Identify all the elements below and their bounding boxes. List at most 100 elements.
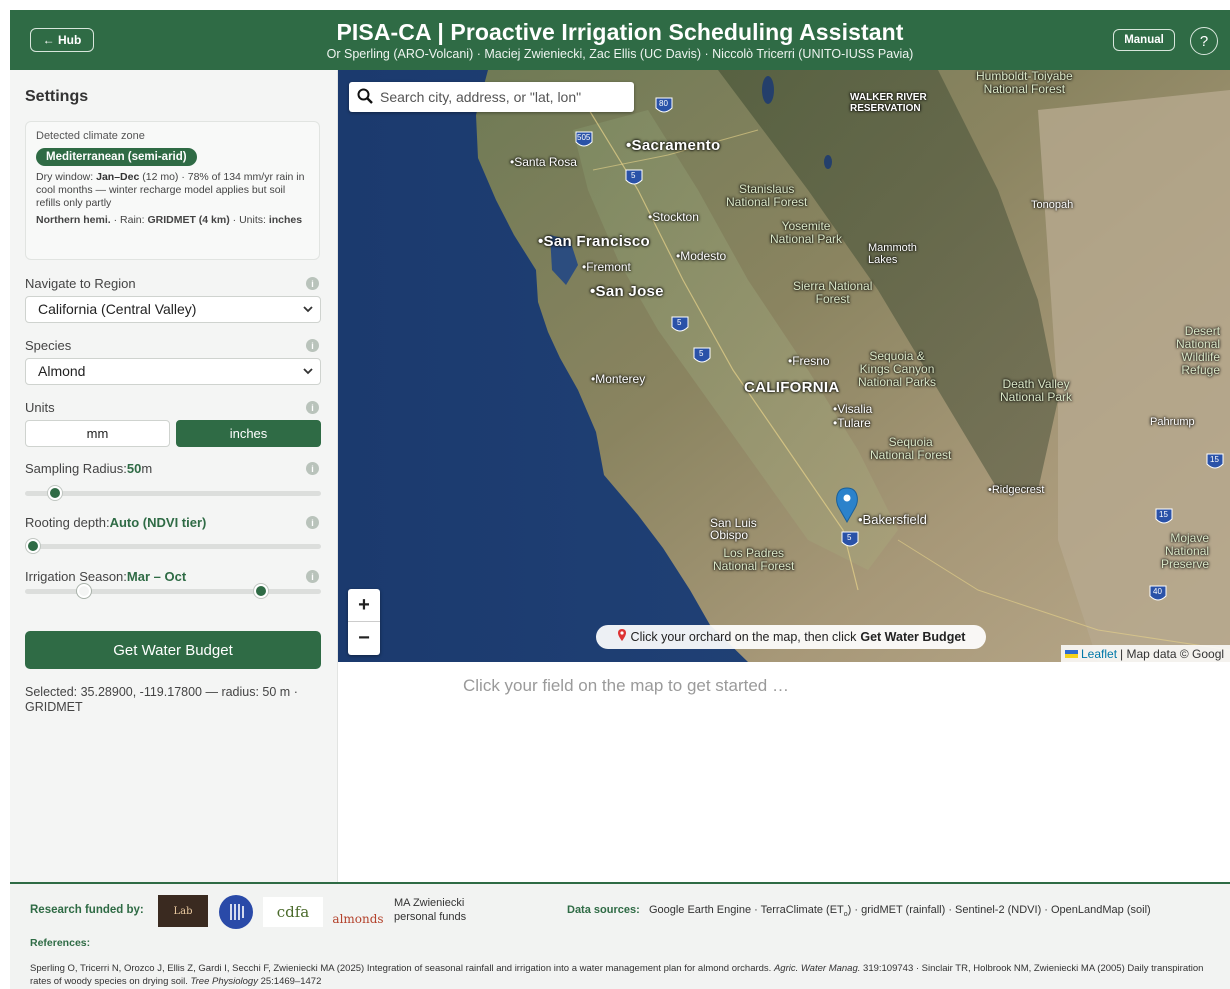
app-title: PISA-CA | Proactive Irrigation Schedulin… xyxy=(336,19,904,45)
zoom-in-button[interactable]: + xyxy=(348,589,380,622)
map-label-sequoia-kings: Sequoia & Kings Canyon National Parks xyxy=(858,349,937,389)
get-water-budget-button[interactable]: Get Water Budget xyxy=(25,631,321,669)
region-label: Navigate to Region xyxy=(25,276,136,291)
irrigation-season-label: Irrigation Season:Mar – Oct xyxy=(25,569,187,584)
map-label-humboldt: Humboldt-Toiyabe National Forest xyxy=(976,70,1073,96)
rooting-depth-thumb[interactable] xyxy=(26,539,40,553)
map-label-san-francisco: •San Francisco xyxy=(538,233,650,250)
map-label-fresno: •Fresno xyxy=(788,354,830,368)
highway-40-label: 40 xyxy=(1153,587,1162,596)
lab-logo: Lab xyxy=(158,895,208,927)
irrigation-season-slider[interactable] xyxy=(25,584,321,598)
map-label-mojave: Mojave National Preserve xyxy=(1161,531,1210,571)
map-label-bakersfield: •Bakersfield xyxy=(858,512,927,527)
sampling-radius-slider[interactable] xyxy=(25,486,321,500)
app-header: ← Hub PISA-CA | Proactive Irrigation Sch… xyxy=(10,10,1230,70)
empty-state-text: Click your field on the map to get start… xyxy=(463,676,789,695)
almond-board-logo: almonds xyxy=(332,912,384,926)
species-info-icon[interactable]: i xyxy=(306,339,319,352)
season-end-thumb[interactable] xyxy=(254,584,268,598)
map-label-pahrump: Pahrump xyxy=(1150,416,1195,428)
sampling-radius-label: Sampling Radius:50m xyxy=(25,461,153,476)
units-mm-button[interactable]: mm xyxy=(25,420,170,447)
leaflet-link[interactable]: Leaflet xyxy=(1081,647,1117,661)
selected-location-text: Selected: 35.28900, -119.17800 — radius:… xyxy=(25,685,298,714)
highway-15-label: 15 xyxy=(1159,510,1168,519)
settings-title: Settings xyxy=(25,88,89,105)
ukraine-flag-icon xyxy=(1065,649,1078,658)
satellite-map[interactable]: 80 505 5 5 5 5 15 15 40 •Sacramento •San… xyxy=(338,70,1230,662)
app-subtitle: Or Sperling (ARO-Volcani) · Maciej Zwien… xyxy=(326,47,914,61)
map-label-san-jose: •San Jose xyxy=(590,283,664,300)
references-text: Sperling O, Tricerri N, Orozco J, Ellis … xyxy=(30,963,1204,987)
chevron-down-icon xyxy=(303,364,313,381)
climate-zone-badge: Mediterranean (semi-arid) xyxy=(36,148,197,166)
references-label: References: xyxy=(30,937,91,949)
species-select[interactable]: Almond xyxy=(25,358,321,385)
map-imagery xyxy=(338,70,1230,662)
map-label-sequoia-nf: Sequoia National Forest xyxy=(870,435,952,462)
zoom-control: + − xyxy=(348,589,380,655)
map-label-ridgecrest: •Ridgecrest xyxy=(988,484,1045,496)
map-label-yosemite: Yosemite National Park xyxy=(770,219,843,246)
zoom-out-button[interactable]: − xyxy=(348,622,380,655)
map-label-stanislaus: Stanislaus National Forest xyxy=(726,182,808,209)
map-search-box[interactable]: Search city, address, or "lat, lon" xyxy=(349,82,634,112)
species-label: Species xyxy=(25,338,72,353)
highway-5-label: 5 xyxy=(677,318,682,327)
map-label-modesto: •Modesto xyxy=(676,249,727,263)
units-label: Units xyxy=(25,400,55,415)
map-label-sacramento: •Sacramento xyxy=(626,137,721,154)
climate-zone-label: Detected climate zone xyxy=(36,130,145,142)
map-attribution: Leaflet | Map data © Googl xyxy=(1061,645,1230,662)
rooting-depth-slider[interactable] xyxy=(25,539,321,553)
data-sources: Data sources: Google Earth Engine · Terr… xyxy=(567,904,1151,919)
region-info-icon[interactable]: i xyxy=(306,277,319,290)
search-icon xyxy=(357,88,373,107)
pin-icon xyxy=(617,629,627,645)
highway-505-label: 505 xyxy=(577,133,591,142)
map-label-stockton: •Stockton xyxy=(648,210,699,224)
map-label-sierra: Sierra National Forest xyxy=(793,279,873,306)
map-label-tulare: •Tulare xyxy=(833,416,871,430)
cdfa-logo: cdfa xyxy=(263,897,323,927)
highway-5-label: 5 xyxy=(631,171,636,180)
settings-sidebar: Settings Detected climate zone Mediterra… xyxy=(10,70,338,882)
sampling-info-icon[interactable]: i xyxy=(306,462,319,475)
footer: Research funded by: Lab cdfa almonds MA … xyxy=(10,882,1230,989)
rooting-depth-label: Rooting depth:Auto (NDVI tier) xyxy=(25,515,207,530)
map-label-walker-river: WALKER RIVER RESERVATION xyxy=(850,92,927,114)
highway-15-label: 15 xyxy=(1210,455,1219,464)
units-inches-button[interactable]: inches xyxy=(176,420,321,447)
highway-80-label: 80 xyxy=(659,99,668,108)
chevron-down-icon xyxy=(303,302,313,319)
region-select[interactable]: California (Central Valley) xyxy=(25,296,321,323)
map-label-fremont: •Fremont xyxy=(582,260,631,274)
map-label-mammoth: Mammoth Lakes xyxy=(868,242,917,266)
climate-meta-text: Northern hemi. · Rain: GRIDMET (4 km) · … xyxy=(36,214,303,226)
university-seal-logo xyxy=(219,895,253,929)
map-label-san-luis-obispo: San Luis Obispo xyxy=(710,516,757,542)
season-start-thumb[interactable] xyxy=(77,584,91,598)
dry-window-text: Dry window: Jan–Dec (12 mo) · 78% of 134… xyxy=(36,171,305,209)
highway-5-label: 5 xyxy=(699,349,704,358)
map-label-santa-rosa: •Santa Rosa xyxy=(510,155,577,169)
map-label-death-valley: Death Valley National Park xyxy=(1000,377,1073,404)
units-info-icon[interactable]: i xyxy=(306,401,319,414)
season-info-icon[interactable]: i xyxy=(306,570,319,583)
map-label-california: CALIFORNIA xyxy=(744,379,840,396)
rooting-info-icon[interactable]: i xyxy=(306,516,319,529)
help-button[interactable]: ? xyxy=(1190,27,1218,55)
manual-button[interactable]: Manual xyxy=(1113,29,1175,51)
search-input[interactable]: Search city, address, or "lat, lon" xyxy=(380,89,581,105)
map-hint-banner: Click your orchard on the map, then clic… xyxy=(596,625,986,649)
sampling-radius-thumb[interactable] xyxy=(48,486,62,500)
personal-funds-text: MA Zwieniecki personal funds xyxy=(394,897,467,923)
map-label-monterey: •Monterey xyxy=(591,372,646,386)
highway-5-label: 5 xyxy=(847,533,852,542)
map-label-visalia: •Visalia xyxy=(833,402,873,416)
map-label-tonopah: Tonopah xyxy=(1031,199,1074,211)
map-label-desert-nwr: Desert National Wildlife Refuge xyxy=(1176,324,1221,377)
climate-zone-card: Detected climate zone Mediterranean (sem… xyxy=(25,121,320,260)
map-label-los-padres: Los Padres National Forest xyxy=(713,546,795,573)
